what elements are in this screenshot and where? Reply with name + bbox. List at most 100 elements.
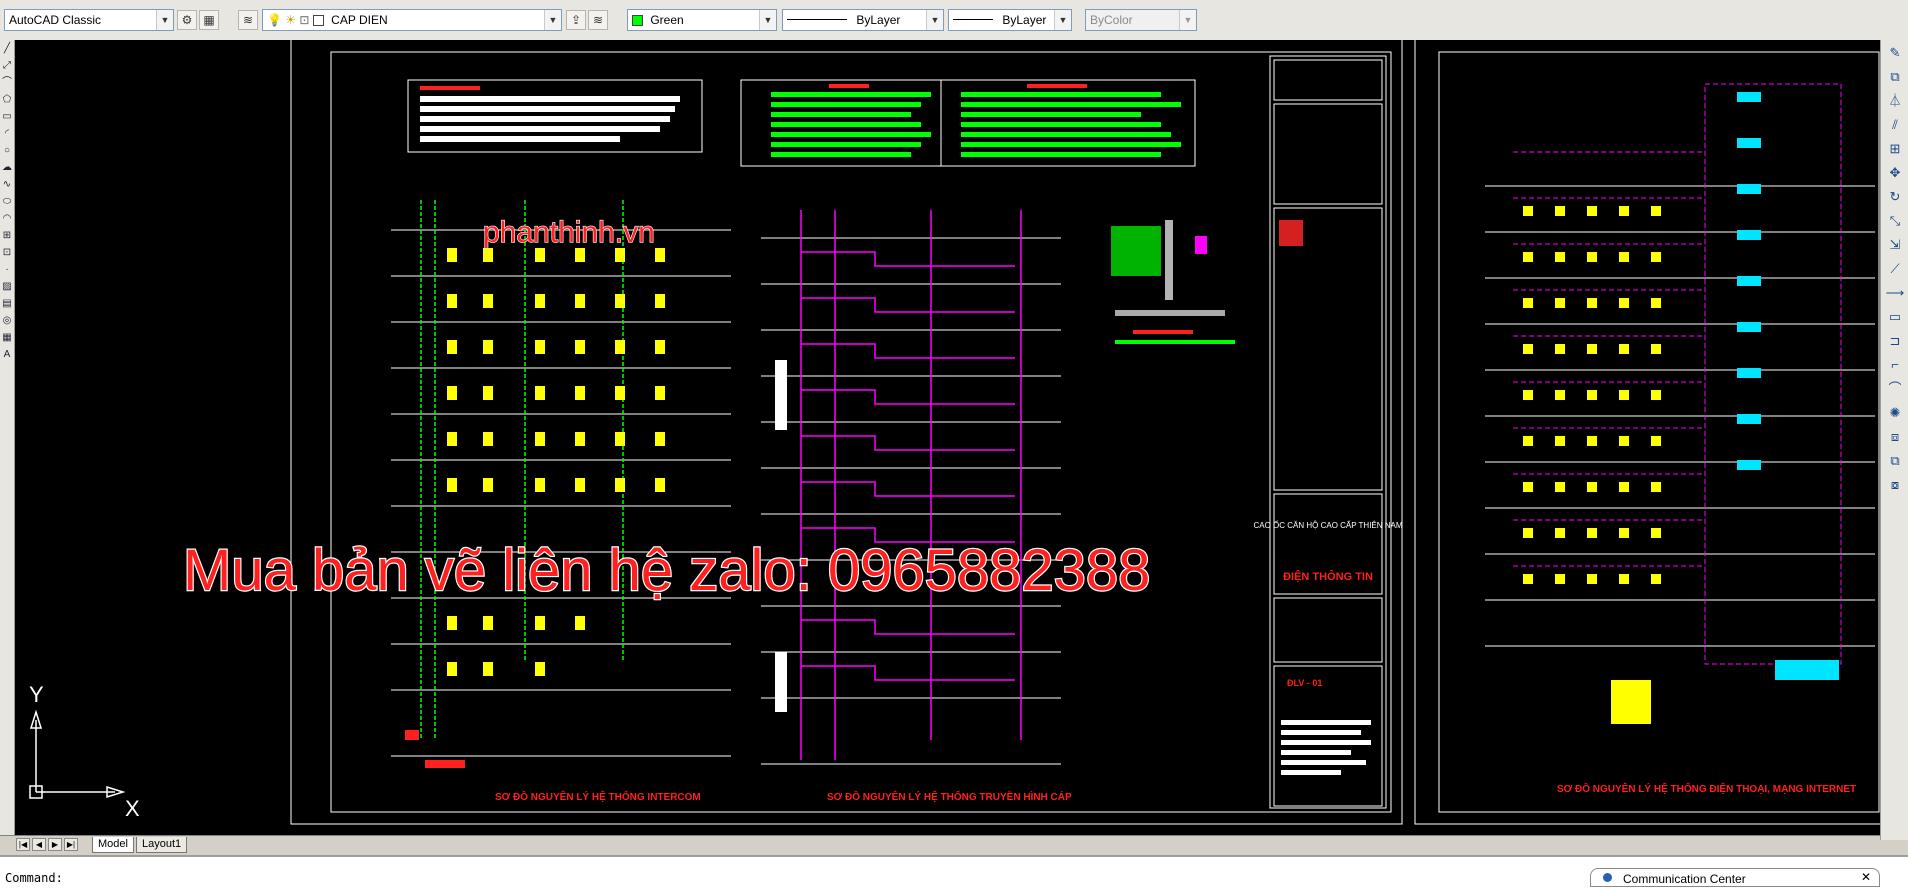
intercom-title: SƠ ĐỒ NGUYÊN LÝ HỆ THỐNG INTERCOM [495, 789, 701, 803]
communication-center-label: Communication Center [1623, 872, 1746, 886]
extend-icon[interactable]: ⟶ [1884, 282, 1906, 304]
construction-line-icon[interactable]: ⤢ [1, 57, 13, 74]
chevron-down-icon: ▼ [759, 10, 776, 30]
customize-icon[interactable]: ▦ [199, 10, 219, 30]
color-select[interactable]: Green ▼ [627, 9, 777, 31]
chevron-down-icon: ▼ [156, 10, 173, 30]
ellipse-icon[interactable]: ⬭ [1, 193, 13, 210]
symbol-legend-table [740, 79, 1196, 167]
workspace-settings-icon[interactable]: ⚙ [177, 10, 197, 30]
modify-toolbar: ✎ ⧉ ⏃ ⫽ ⊞ ✥ ↻ ⤡ ⇲ ⟋ ⟶ ▭ ⊐ ⌐ ⌒ ✺ ⧈ ⧉ ⧇ [1880, 40, 1908, 840]
ucs-y-label: Y [29, 682, 44, 707]
communication-center-panel[interactable]: Communication Center ✕ [1590, 868, 1880, 887]
polyline-icon[interactable]: ⌒ [1, 74, 13, 91]
phone-title: SƠ ĐỒ NGUYÊN LÝ HỆ THỐNG ĐIỆN THOẠI, MẠN… [1557, 781, 1856, 795]
ellipse-arc-icon[interactable]: ◠ [1, 210, 13, 227]
workspace-select[interactable]: AutoCAD Classic ▼ [4, 9, 174, 31]
point-icon[interactable]: · [1, 261, 13, 278]
send-back-icon[interactable]: ⧇ [1884, 474, 1906, 496]
linetype-select[interactable]: ByLayer ▼ [782, 9, 944, 31]
plotstyle-select[interactable]: ByColor ▼ [1085, 9, 1197, 31]
chevron-down-icon: ▼ [1054, 10, 1071, 30]
intercom-riser-diagram: SƠ ĐỒ NGUYÊN LÝ HỆ THỐNG INTERCOM [391, 200, 731, 803]
watermark-contact: Mua bản vẽ liên hệ zalo: 0965882388 [183, 538, 1150, 603]
layer-manager-icon[interactable]: ≋ [238, 10, 258, 30]
tab-layout1[interactable]: Layout1 [136, 837, 188, 853]
fillet-icon[interactable]: ⌒ [1884, 378, 1906, 400]
bring-front-icon[interactable]: ⧉ [1884, 450, 1906, 472]
chevron-down-icon: ▼ [1179, 10, 1196, 30]
join-icon[interactable]: ⊐ [1884, 330, 1906, 352]
workspace-value: AutoCAD Classic [9, 13, 102, 27]
layer-select[interactable]: 💡 ☀ ⊡ CAP DIEN ▼ [262, 9, 562, 31]
layer-previous-icon[interactable]: ≋ [588, 10, 608, 30]
erase-icon[interactable]: ✎ [1884, 42, 1906, 64]
break-icon[interactable]: ▭ [1884, 306, 1906, 328]
lineweight-preview [953, 19, 993, 20]
draworder-icon[interactable]: ⧈ [1884, 426, 1906, 448]
chevron-down-icon: ▼ [926, 10, 943, 30]
make-current-layer-icon[interactable]: ⇪ [566, 10, 586, 30]
general-notes-block [407, 79, 703, 153]
tv-riser-diagram: SƠ ĐỒ NGUYÊN LÝ HỆ THỐNG TRUYỀN HÌNH CÁP [761, 210, 1072, 803]
arc-icon[interactable]: ◜ [1, 125, 13, 142]
last-tab-icon[interactable]: ▶| [64, 838, 78, 851]
explode-icon[interactable]: ✺ [1884, 402, 1906, 424]
lineweight-value: ByLayer [1002, 13, 1047, 27]
insert-block-icon[interactable]: ⊞ [1, 227, 13, 244]
phone-internet-riser-diagram: SƠ ĐỒ NGUYÊN LÝ HỆ THỐNG ĐIỆN THOẠI, MẠN… [1485, 83, 1875, 795]
next-tab-icon[interactable]: ▶ [48, 838, 62, 851]
titleblock-dept: ĐIỆN THÔNG TIN [1283, 570, 1373, 583]
linetype-preview [787, 19, 847, 20]
hatch-icon[interactable]: ▨ [1, 278, 13, 295]
rotate-icon[interactable]: ↻ [1884, 186, 1906, 208]
ucs-x-label: X [125, 796, 140, 821]
titleblock-code: ĐLV - 01 [1287, 678, 1322, 688]
sun-icon: ☀ [285, 13, 297, 27]
command-prompt: Command: [5, 871, 63, 885]
plotstyle-value: ByColor [1090, 13, 1133, 27]
trim-icon[interactable]: ⟋ [1884, 258, 1906, 280]
layer-color-swatch [312, 15, 324, 26]
color-value: Green [650, 13, 684, 27]
layer-value: CAP DIEN [331, 13, 388, 27]
array-icon[interactable]: ⊞ [1884, 138, 1906, 160]
properties-toolbar: AutoCAD Classic ▼ ⚙ ▦ ≋ 💡 ☀ ⊡ CAP DIEN ▼… [0, 0, 1908, 41]
prev-tab-icon[interactable]: ◀ [32, 838, 46, 851]
ucs-icon: X Y [29, 682, 140, 821]
circle-icon[interactable]: ○ [1, 142, 13, 159]
move-icon[interactable]: ✥ [1884, 162, 1906, 184]
color-swatch [632, 15, 643, 26]
gradient-icon[interactable]: ▤ [1, 295, 13, 312]
drawing-canvas[interactable]: SƠ ĐỒ NGUYÊN LÝ HỆ THỐNG INTERCOM SƠ ĐỒ … [15, 40, 1880, 835]
info-icon [1603, 873, 1612, 882]
rectangle-icon[interactable]: ▭ [1, 108, 13, 125]
mirror-icon[interactable]: ⏃ [1884, 90, 1906, 112]
polygon-icon[interactable]: ⬠ [1, 91, 13, 108]
tab-model[interactable]: Model [92, 837, 134, 853]
first-tab-icon[interactable]: |◀ [16, 838, 30, 851]
title-block: CAO ỐC CĂN HỘ CAO CẤP THIÊN NAM ĐIỆN THÔ… [1253, 59, 1403, 807]
close-icon[interactable]: ✕ [1861, 870, 1871, 884]
revcloud-icon[interactable]: ☁ [1, 159, 13, 176]
make-block-icon[interactable]: ⊡ [1, 244, 13, 261]
stretch-icon[interactable]: ⇲ [1884, 234, 1906, 256]
detail-drawing [1111, 220, 1235, 344]
scale-icon[interactable]: ⤡ [1884, 210, 1906, 232]
mtext-icon[interactable]: A [1, 346, 13, 363]
spline-icon[interactable]: ∿ [1, 176, 13, 193]
table-icon[interactable]: ▦ [1, 329, 13, 346]
lineweight-select[interactable]: ByLayer ▼ [948, 9, 1072, 31]
drawing-svg: SƠ ĐỒ NGUYÊN LÝ HỆ THỐNG INTERCOM SƠ ĐỒ … [29, 40, 1880, 825]
sheet-1-frame [290, 40, 1403, 825]
watermark-site: phanthinh.vn [483, 216, 655, 249]
chevron-down-icon: ▼ [544, 10, 561, 30]
line-icon[interactable]: ╱ [1, 40, 13, 57]
region-icon[interactable]: ◎ [1, 312, 13, 329]
copy-icon[interactable]: ⧉ [1884, 66, 1906, 88]
linetype-value: ByLayer [856, 13, 901, 27]
chamfer-icon[interactable]: ⌐ [1884, 354, 1906, 376]
layout-tab-bar: |◀ ◀ ▶ ▶| Model Layout1 [0, 835, 1880, 854]
lock-icon: ⊡ [299, 13, 310, 27]
offset-icon[interactable]: ⫽ [1884, 114, 1906, 136]
